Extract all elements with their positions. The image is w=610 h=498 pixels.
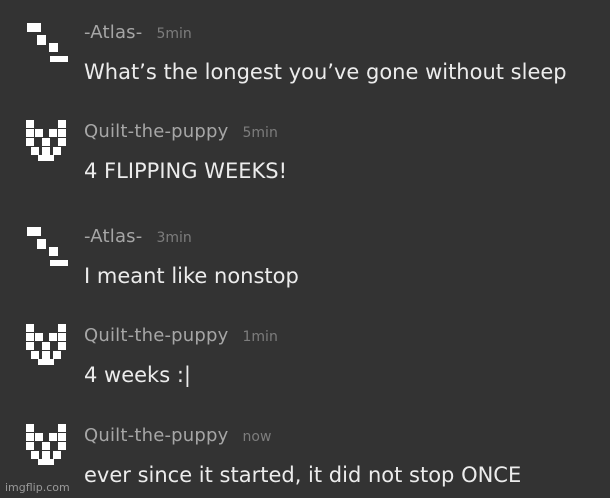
pixel-cat-avatar-icon[interactable] xyxy=(24,321,68,365)
message-meta: Quilt-the-puppy 1min xyxy=(84,325,278,348)
timestamp: 1min xyxy=(242,329,278,345)
username[interactable]: Quilt-the-puppy xyxy=(84,425,229,446)
message-text: What’s the longest you’ve gone without s… xyxy=(84,60,567,84)
chat-message: Quilt-the-puppy now ever since it started… xyxy=(0,415,610,495)
username[interactable]: -Atlas- xyxy=(84,226,142,247)
message-meta: -Atlas- 3min xyxy=(84,226,192,249)
username[interactable]: Quilt-the-puppy xyxy=(84,325,229,346)
timestamp: 5min xyxy=(156,26,192,42)
message-text: 4 FLIPPING WEEKS! xyxy=(84,159,288,183)
timestamp: now xyxy=(242,429,272,445)
pixel-cat-avatar-icon[interactable] xyxy=(24,421,68,465)
chat-message: -Atlas- 3min I meant like nonstop xyxy=(0,216,610,296)
message-text: ever since it started, it did not stop O… xyxy=(84,463,522,487)
timestamp: 5min xyxy=(242,125,278,141)
message-text: I meant like nonstop xyxy=(84,264,299,288)
chat-thread: -Atlas- 5min What’s the longest you’ve go… xyxy=(0,0,610,498)
message-meta: Quilt-the-puppy now xyxy=(84,425,271,448)
message-meta: -Atlas- 5min xyxy=(84,22,192,45)
pixel-atlas-avatar-icon[interactable] xyxy=(24,222,68,266)
timestamp: 3min xyxy=(156,230,192,246)
username[interactable]: -Atlas- xyxy=(84,22,142,43)
message-text: 4 weeks :| xyxy=(84,363,191,387)
message-meta: Quilt-the-puppy 5min xyxy=(84,121,278,144)
username[interactable]: Quilt-the-puppy xyxy=(84,121,229,142)
chat-message: Quilt-the-puppy 5min 4 FLIPPING WEEKS! xyxy=(0,111,610,191)
chat-message: Quilt-the-puppy 1min 4 weeks :| xyxy=(0,315,610,395)
chat-message: -Atlas- 5min What’s the longest you’ve go… xyxy=(0,12,610,92)
pixel-atlas-avatar-icon[interactable] xyxy=(24,18,68,62)
pixel-cat-avatar-icon[interactable] xyxy=(24,117,68,161)
imgflip-watermark: imgflip.com xyxy=(5,481,70,494)
